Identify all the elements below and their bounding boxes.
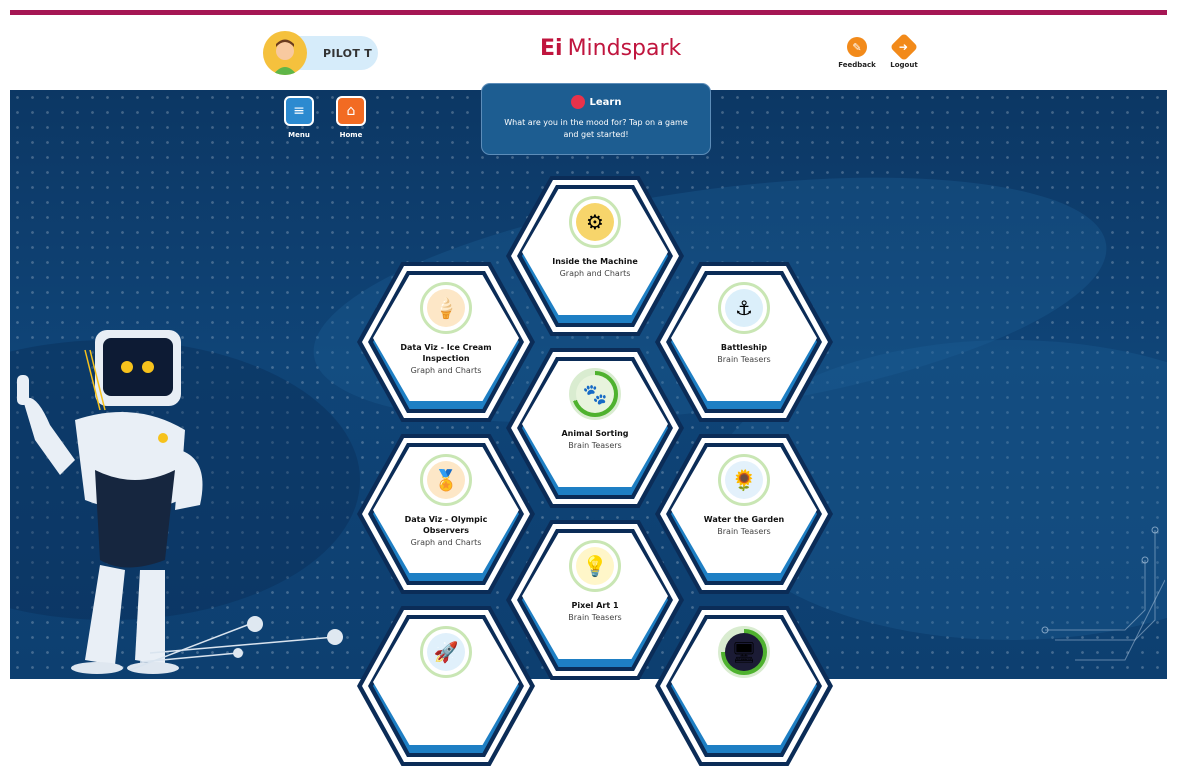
avatar[interactable] — [263, 31, 307, 75]
game-title: Data Viz - Olympic Observers — [404, 515, 488, 535]
circuit-decoration — [130, 616, 343, 671]
learn-title: Learn — [589, 96, 622, 108]
learn-icon — [570, 95, 585, 109]
pixel-art-icon: 💡 — [569, 540, 621, 592]
logout-label: Logout — [890, 61, 918, 69]
game-category: Brain Teasers — [717, 527, 771, 536]
game-title: Battleship — [720, 343, 768, 352]
game-title: Data Viz - Ice Cream Inspection — [400, 343, 492, 363]
brand-mark: Ei — [540, 36, 563, 61]
logout-icon: ➜ — [889, 32, 919, 62]
game-category: Brain Teasers — [568, 441, 622, 450]
game-title: Inside the Machine — [552, 257, 638, 266]
feedback-icon: ✎ — [847, 37, 867, 57]
game-title: Animal Sorting — [561, 429, 629, 438]
game-tile[interactable]: 🖥 — [655, 606, 833, 766]
animal-icon: 🐾 — [569, 368, 621, 420]
game-category: Graph and Charts — [410, 366, 482, 375]
machine-icon: ⚙ — [569, 196, 621, 248]
home-label: Home — [339, 131, 363, 139]
logout-button[interactable]: ➜ Logout — [879, 32, 929, 69]
game-category: Graph and Charts — [559, 269, 631, 278]
game-category: Brain Teasers — [568, 613, 622, 622]
game-title: Water the Garden — [703, 515, 785, 524]
user-name[interactable]: PILOT T — [323, 47, 372, 60]
brand-logo: Ei Mindspark — [540, 36, 681, 61]
olympic-icon: 🏅 — [420, 454, 472, 506]
circuit-decoration-right — [1041, 526, 1165, 661]
home-icon: ⌂ — [336, 96, 366, 126]
battleship-icon: ⚓ — [718, 282, 770, 334]
game-tile[interactable]: 🚀 — [357, 606, 535, 766]
garden-icon: 🌻 — [718, 454, 770, 506]
menu-icon: ≡ — [284, 96, 314, 126]
learn-description: What are you in the mood for? Tap on a g… — [504, 118, 688, 139]
screen-icon: 🖥 — [718, 626, 770, 678]
game-category: Graph and Charts — [410, 538, 482, 547]
feedback-button[interactable]: ✎ Feedback — [832, 37, 882, 69]
menu-label: Menu — [288, 131, 310, 139]
ice-cream-icon: 🍦 — [420, 282, 472, 334]
feedback-label: Feedback — [838, 61, 876, 69]
menu-button[interactable]: ≡ Menu — [281, 96, 317, 139]
rocket-icon: 🚀 — [420, 626, 472, 678]
game-category: Brain Teasers — [717, 355, 771, 364]
learn-card: Learn What are you in the mood for? Tap … — [481, 83, 711, 155]
brand-name: Mindspark — [567, 36, 682, 61]
home-button[interactable]: ⌂ Home — [333, 96, 369, 139]
game-title: Pixel Art 1 — [571, 601, 619, 610]
